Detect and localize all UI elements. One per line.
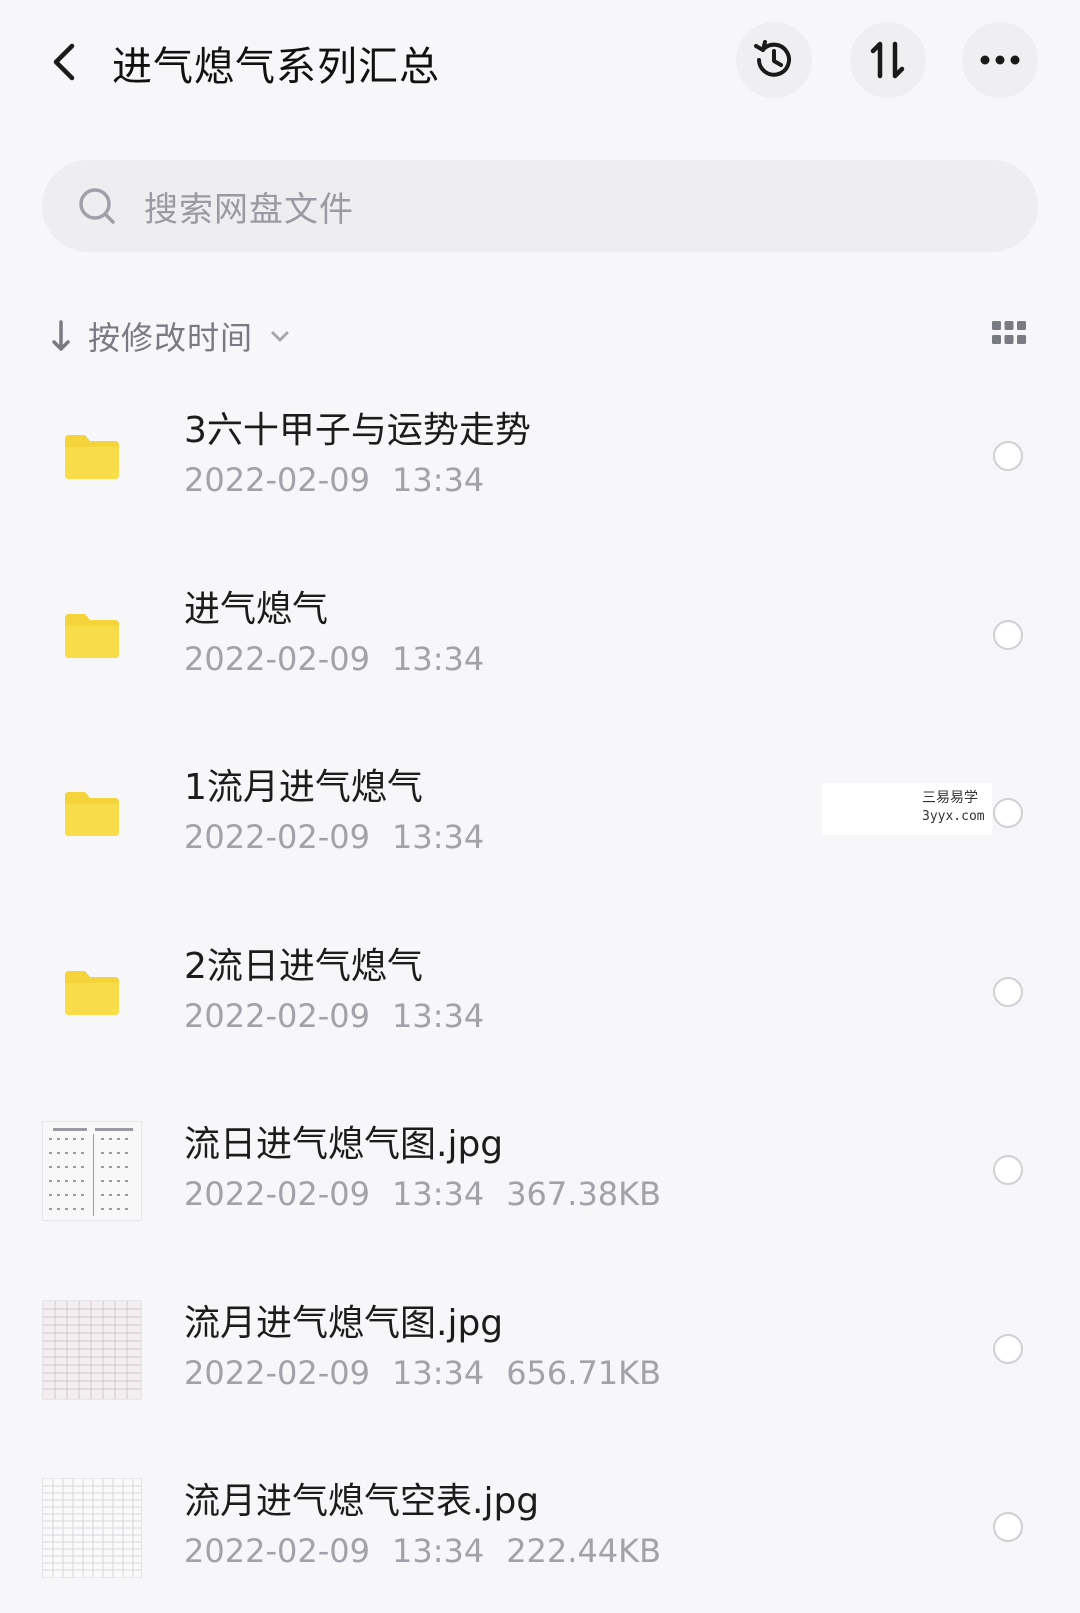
select-checkbox[interactable]	[993, 976, 1023, 1007]
select-checkbox[interactable]	[993, 798, 1023, 828]
history-button[interactable]	[736, 22, 812, 98]
image-thumbnail	[42, 1299, 142, 1400]
list-item[interactable]: 流月进气熄气图.jpg 2022-02-09 13:34 656.71KB	[0, 1258, 1080, 1437]
back-button[interactable]	[40, 38, 88, 86]
file-size: 656.71KB	[506, 1353, 662, 1392]
file-meta: 2022-02-09 13:34 222.44KB	[184, 1532, 661, 1570]
header: 进气熄气系列汇总	[0, 0, 1080, 130]
select-checkbox[interactable]	[993, 441, 1023, 471]
file-browser-page: 进气熄气系列汇总 搜索网盘文件 按修改时间 3六十甲子与运势走势 2022-02…	[0, 0, 1080, 1613]
watermark: 三易易学 3yyx.com	[822, 783, 992, 835]
file-time: 13:34	[391, 1175, 485, 1213]
chevron-left-icon	[53, 43, 75, 81]
sort-direction-icon[interactable]	[48, 316, 74, 356]
image-thumbnail	[42, 1121, 142, 1221]
folder-icon	[42, 764, 142, 864]
list-item[interactable]: 3六十甲子与运势走势 2022-02-09 13:34	[0, 365, 1080, 544]
list-item[interactable]: 2流日进气熄气 2022-02-09 13:34	[0, 901, 1080, 1080]
select-checkbox[interactable]	[993, 619, 1023, 650]
file-meta: 2022-02-09 13:34	[184, 640, 484, 678]
grid-view-icon	[992, 321, 1026, 344]
file-time: 13:34	[391, 996, 485, 1035]
watermark-line1: 三易易学	[922, 790, 978, 806]
image-thumbnail	[42, 1478, 142, 1578]
select-checkbox[interactable]	[993, 1333, 1023, 1364]
file-name: 进气熄气	[184, 588, 329, 630]
file-date: 2022-02-09	[184, 818, 370, 856]
file-name: 流日进气熄气图.jpg	[184, 1124, 504, 1165]
file-name: 流月进气熄气空表.jpg	[184, 1481, 540, 1522]
list-item[interactable]: 进气熄气 2022-02-09 13:34	[0, 544, 1080, 723]
sort-arrows-icon	[870, 41, 905, 79]
list-item[interactable]: 流日进气熄气图.jpg 2022-02-09 13:34 367.38KB	[0, 1079, 1080, 1258]
grid-view-button[interactable]	[992, 320, 1026, 346]
history-icon	[754, 40, 791, 77]
sort-row: 按修改时间	[48, 308, 1038, 364]
file-date: 2022-02-09	[184, 996, 370, 1035]
file-meta: 2022-02-09 13:34	[184, 818, 484, 856]
file-time: 13:34	[391, 1532, 485, 1570]
file-date: 2022-02-09	[184, 1175, 370, 1213]
file-date: 2022-02-09	[184, 461, 370, 499]
more-button[interactable]	[962, 22, 1038, 98]
file-time: 13:34	[391, 1353, 485, 1392]
file-name: 流月进气熄气图.jpg	[184, 1302, 504, 1344]
file-meta: 2022-02-09 13:34 656.71KB	[184, 1354, 661, 1392]
file-time: 13:34	[391, 639, 485, 678]
list-item[interactable]: 流月进气熄气空表.jpg 2022-02-09 13:34 222.44KB	[0, 1436, 1080, 1613]
file-size: 367.38KB	[506, 1175, 662, 1213]
more-dots-icon	[980, 55, 1020, 65]
page-title: 进气熄气系列汇总	[112, 44, 440, 90]
search-placeholder: 搜索网盘文件	[144, 189, 354, 230]
search-icon	[76, 185, 118, 227]
folder-icon	[42, 943, 142, 1043]
file-date: 2022-02-09	[184, 639, 370, 678]
watermark-line2: 3yyx.com	[922, 809, 985, 824]
select-checkbox[interactable]	[993, 1512, 1023, 1542]
file-time: 13:34	[391, 818, 485, 856]
folder-icon	[42, 586, 142, 686]
file-list: 3六十甲子与运势走势 2022-02-09 13:34 进气熄气 2022-02…	[0, 365, 1080, 1613]
file-time: 13:34	[391, 461, 485, 499]
file-name: 3六十甲子与运势走势	[184, 410, 531, 451]
file-meta: 2022-02-09 13:34	[184, 997, 484, 1035]
file-name: 2流日进气熄气	[184, 945, 423, 987]
file-date: 2022-02-09	[184, 1532, 370, 1570]
file-name: 1流月进气熄气	[184, 767, 423, 808]
select-checkbox[interactable]	[993, 1155, 1023, 1185]
chevron-down-icon[interactable]	[269, 325, 291, 347]
file-date: 2022-02-09	[184, 1353, 370, 1392]
transfer-sort-button[interactable]	[850, 22, 926, 98]
folder-icon	[42, 407, 142, 507]
search-input[interactable]: 搜索网盘文件	[42, 160, 1038, 252]
file-meta: 2022-02-09 13:34 367.38KB	[184, 1175, 661, 1213]
file-size: 222.44KB	[506, 1532, 662, 1570]
sort-label[interactable]: 按修改时间	[88, 313, 253, 359]
file-meta: 2022-02-09 13:34	[184, 461, 484, 499]
